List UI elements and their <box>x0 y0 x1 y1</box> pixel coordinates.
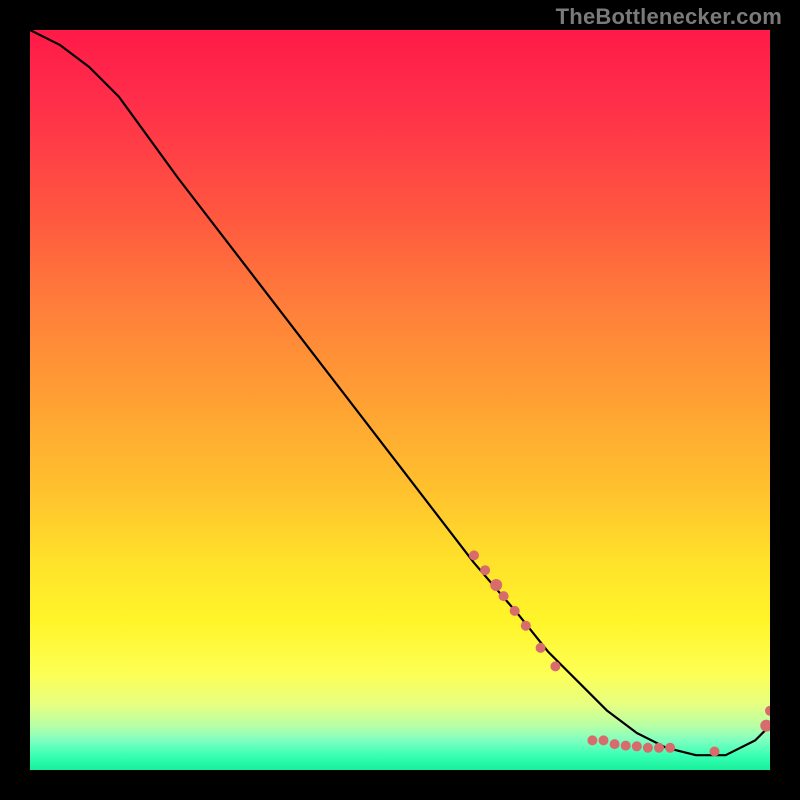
data-point <box>765 706 770 716</box>
data-point <box>643 743 653 753</box>
chart-svg <box>30 30 770 770</box>
data-point <box>760 720 770 732</box>
data-point <box>490 579 502 591</box>
data-point <box>499 591 509 601</box>
data-point <box>599 735 609 745</box>
data-point <box>710 747 720 757</box>
plot-area <box>30 30 770 770</box>
data-point <box>632 741 642 751</box>
attribution-label: TheBottlenecker.com <box>556 4 782 30</box>
data-point <box>550 661 560 671</box>
data-point <box>665 743 675 753</box>
curve-line <box>30 30 770 755</box>
data-point <box>536 643 546 653</box>
data-point <box>510 606 520 616</box>
chart-frame: TheBottlenecker.com <box>0 0 800 800</box>
series-dots <box>469 550 770 756</box>
data-point <box>610 739 620 749</box>
data-point <box>621 741 631 751</box>
data-point <box>521 621 531 631</box>
data-point <box>480 565 490 575</box>
data-point <box>587 735 597 745</box>
data-point <box>469 550 479 560</box>
data-point <box>654 743 664 753</box>
